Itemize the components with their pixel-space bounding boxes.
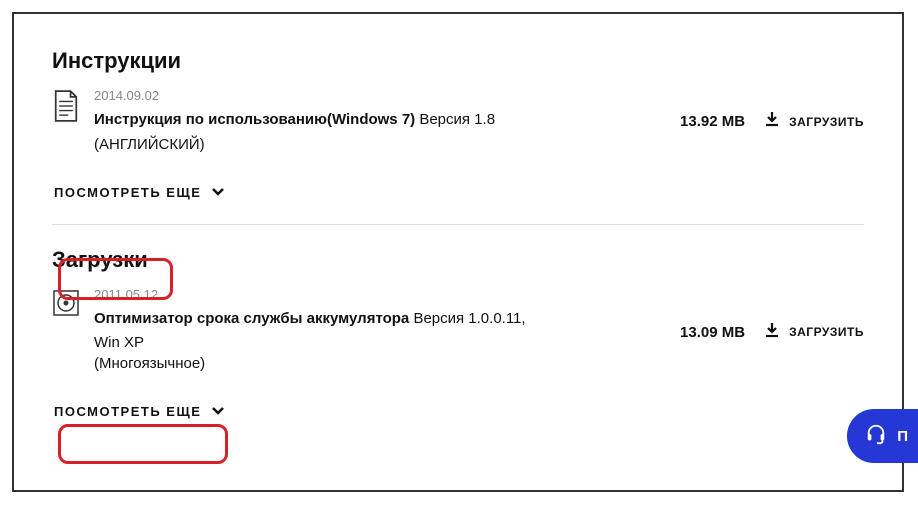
content-panel: Инструкции 2014.09.02 Инструкция по испо…	[12, 12, 904, 492]
instructions-heading: Инструкции	[52, 48, 181, 74]
instruction-actions: 13.92 MB ЗАГРУЗИТЬ	[680, 110, 864, 133]
download-icon	[763, 110, 781, 133]
download-lang: (Многоязычное)	[94, 355, 666, 372]
download-os: Win XP	[94, 334, 666, 351]
download-item: 2011.05.12 Оптимизатор срока службы акку…	[52, 287, 864, 373]
download-size: 13.09 MB	[680, 324, 745, 341]
download-download-label: ЗАГРУЗИТЬ	[789, 325, 864, 339]
download-download-button[interactable]: ЗАГРУЗИТЬ	[763, 321, 864, 344]
instruction-date: 2014.09.02	[94, 88, 666, 103]
download-content: 2011.05.12 Оптимизатор срока службы акку…	[94, 287, 666, 373]
downloads-heading: Загрузки	[52, 247, 148, 273]
chevron-down-icon	[211, 404, 225, 419]
instruction-name: Инструкция по использованию(Windows 7)	[94, 111, 415, 128]
download-icon	[763, 321, 781, 344]
instruction-version: Версия 1.8	[419, 111, 495, 128]
instruction-lang: (АНГЛИЙСКИЙ)	[94, 136, 666, 153]
support-fab-label: П	[897, 428, 908, 445]
view-more-label: ПОСМОТРЕТЬ ЕЩЕ	[54, 185, 201, 200]
downloads-view-more-button[interactable]: ПОСМОТРЕТЬ ЕЩЕ	[52, 398, 227, 425]
support-fab-button[interactable]: П	[847, 409, 918, 463]
download-version: Версия 1.0.0.11,	[413, 310, 525, 327]
disc-icon	[52, 289, 80, 321]
section-divider	[52, 224, 864, 225]
download-date: 2011.05.12	[94, 287, 666, 302]
instructions-section: Инструкции 2014.09.02 Инструкция по испо…	[52, 48, 864, 206]
annotation-highlight	[58, 424, 228, 464]
instruction-title: Инструкция по использованию(Windows 7) В…	[94, 109, 666, 132]
instruction-download-label: ЗАГРУЗИТЬ	[789, 115, 864, 129]
download-title: Оптимизатор срока службы аккумулятора Ве…	[94, 308, 666, 331]
headset-icon	[865, 423, 887, 450]
instruction-content: 2014.09.02 Инструкция по использованию(W…	[94, 88, 666, 153]
view-more-label: ПОСМОТРЕТЬ ЕЩЕ	[54, 404, 201, 419]
chevron-down-icon	[211, 185, 225, 200]
instruction-download-button[interactable]: ЗАГРУЗИТЬ	[763, 110, 864, 133]
instructions-view-more-button[interactable]: ПОСМОТРЕТЬ ЕЩЕ	[52, 179, 227, 206]
downloads-section: Загрузки 2011.05.12 Оптимизатор срока сл…	[52, 247, 864, 426]
instruction-item: 2014.09.02 Инструкция по использованию(W…	[52, 88, 864, 153]
download-actions: 13.09 MB ЗАГРУЗИТЬ	[680, 321, 864, 344]
document-icon	[52, 90, 80, 122]
download-name: Оптимизатор срока службы аккумулятора	[94, 310, 409, 327]
instruction-size: 13.92 MB	[680, 113, 745, 130]
